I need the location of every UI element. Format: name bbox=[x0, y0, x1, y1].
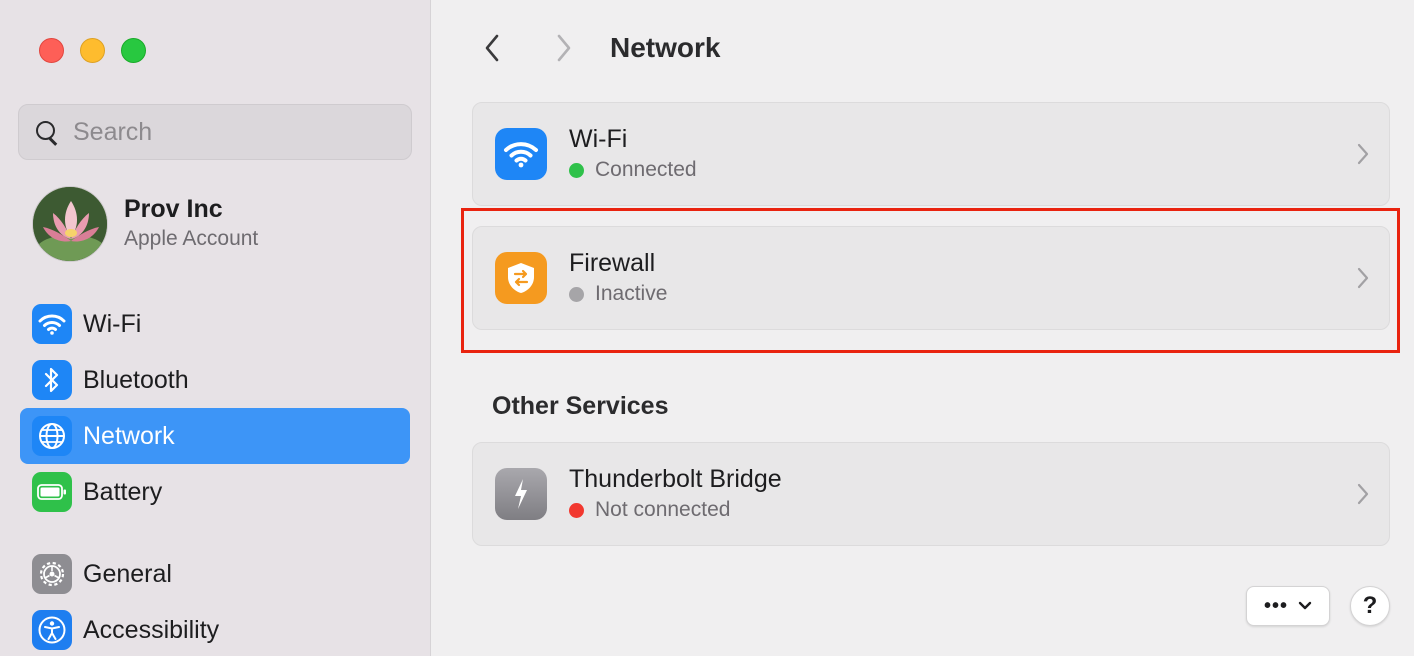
sidebar-item-battery[interactable]: Battery bbox=[20, 464, 410, 520]
account-name: Prov Inc bbox=[124, 195, 223, 223]
accessibility-icon bbox=[32, 610, 72, 650]
service-row-wifi[interactable]: Wi-Fi Connected bbox=[472, 102, 1390, 206]
search-input[interactable] bbox=[73, 117, 393, 147]
sidebar-item-network[interactable]: Network bbox=[20, 408, 410, 464]
chevron-right-icon bbox=[1357, 483, 1369, 505]
help-button[interactable]: ? bbox=[1350, 586, 1390, 626]
more-actions-button[interactable]: ••• bbox=[1246, 586, 1330, 626]
sidebar-group-system: General Accessibility bbox=[20, 546, 410, 656]
sidebar-item-bluetooth[interactable]: Bluetooth bbox=[20, 352, 410, 408]
zoom-window-button[interactable] bbox=[121, 38, 146, 63]
minimize-window-button[interactable] bbox=[80, 38, 105, 63]
back-button[interactable] bbox=[472, 28, 512, 68]
close-window-button[interactable] bbox=[39, 38, 64, 63]
chevron-left-icon bbox=[485, 34, 499, 62]
sidebar-item-label: Bluetooth bbox=[83, 365, 189, 394]
sidebar-item-label: Battery bbox=[83, 477, 163, 506]
globe-icon bbox=[32, 416, 72, 456]
service-status: Connected bbox=[569, 155, 697, 185]
chevron-right-icon bbox=[1357, 143, 1369, 165]
status-dot-green bbox=[569, 162, 584, 178]
sidebar-item-label: Accessibility bbox=[83, 615, 220, 644]
thunderbolt-icon bbox=[495, 468, 547, 520]
service-label: Thunderbolt Bridge bbox=[569, 465, 782, 493]
sidebar-item-label: Network bbox=[83, 421, 175, 450]
sidebar-item-accessibility[interactable]: Accessibility bbox=[20, 602, 410, 656]
account-subtitle: Apple Account bbox=[124, 227, 259, 250]
service-label: Wi-Fi bbox=[569, 125, 628, 153]
service-label: Firewall bbox=[569, 249, 656, 277]
chevron-right-icon bbox=[1357, 267, 1369, 289]
avatar bbox=[32, 186, 108, 262]
section-title-other-services: Other Services bbox=[492, 392, 669, 420]
sidebar-item-wifi[interactable]: Wi-Fi bbox=[20, 296, 410, 352]
main-content: Network Wi-Fi Connected Firewall Inactiv… bbox=[432, 0, 1414, 656]
forward-button[interactable] bbox=[544, 28, 584, 68]
gear-icon bbox=[32, 554, 72, 594]
service-status: Inactive bbox=[569, 279, 667, 309]
lotus-avatar-image bbox=[33, 187, 107, 261]
bluetooth-icon bbox=[32, 360, 72, 400]
chevron-down-icon bbox=[1298, 601, 1312, 610]
search-icon bbox=[35, 120, 59, 144]
chevron-right-icon bbox=[557, 34, 571, 62]
toolbar: Network bbox=[472, 28, 720, 68]
window-controls bbox=[39, 38, 146, 63]
sidebar-item-label: Wi-Fi bbox=[83, 309, 142, 338]
service-row-thunderbolt-bridge[interactable]: Thunderbolt Bridge Not connected bbox=[472, 442, 1390, 546]
ellipsis-icon: ••• bbox=[1263, 594, 1288, 617]
service-status: Not connected bbox=[569, 495, 782, 525]
service-status-text: Not connected bbox=[595, 498, 731, 521]
sidebar-item-general[interactable]: General bbox=[20, 546, 410, 602]
service-row-firewall[interactable]: Firewall Inactive bbox=[472, 226, 1390, 330]
page-title: Network bbox=[610, 32, 721, 63]
apple-account[interactable]: Prov Inc Apple Account bbox=[32, 186, 258, 262]
wifi-icon bbox=[32, 304, 72, 344]
sidebar-group-connectivity: Wi-Fi Bluetooth Network Battery bbox=[20, 296, 410, 520]
sidebar-item-label: General bbox=[83, 559, 172, 588]
firewall-shield-icon bbox=[495, 252, 547, 304]
service-status-text: Connected bbox=[595, 158, 697, 181]
status-dot-red bbox=[569, 502, 584, 518]
search-field[interactable] bbox=[18, 104, 412, 160]
sidebar: Prov Inc Apple Account Wi-Fi Bluetoo bbox=[0, 0, 431, 656]
battery-icon bbox=[32, 472, 72, 512]
wifi-icon bbox=[495, 128, 547, 180]
status-dot-gray bbox=[569, 286, 584, 302]
service-status-text: Inactive bbox=[595, 282, 668, 305]
